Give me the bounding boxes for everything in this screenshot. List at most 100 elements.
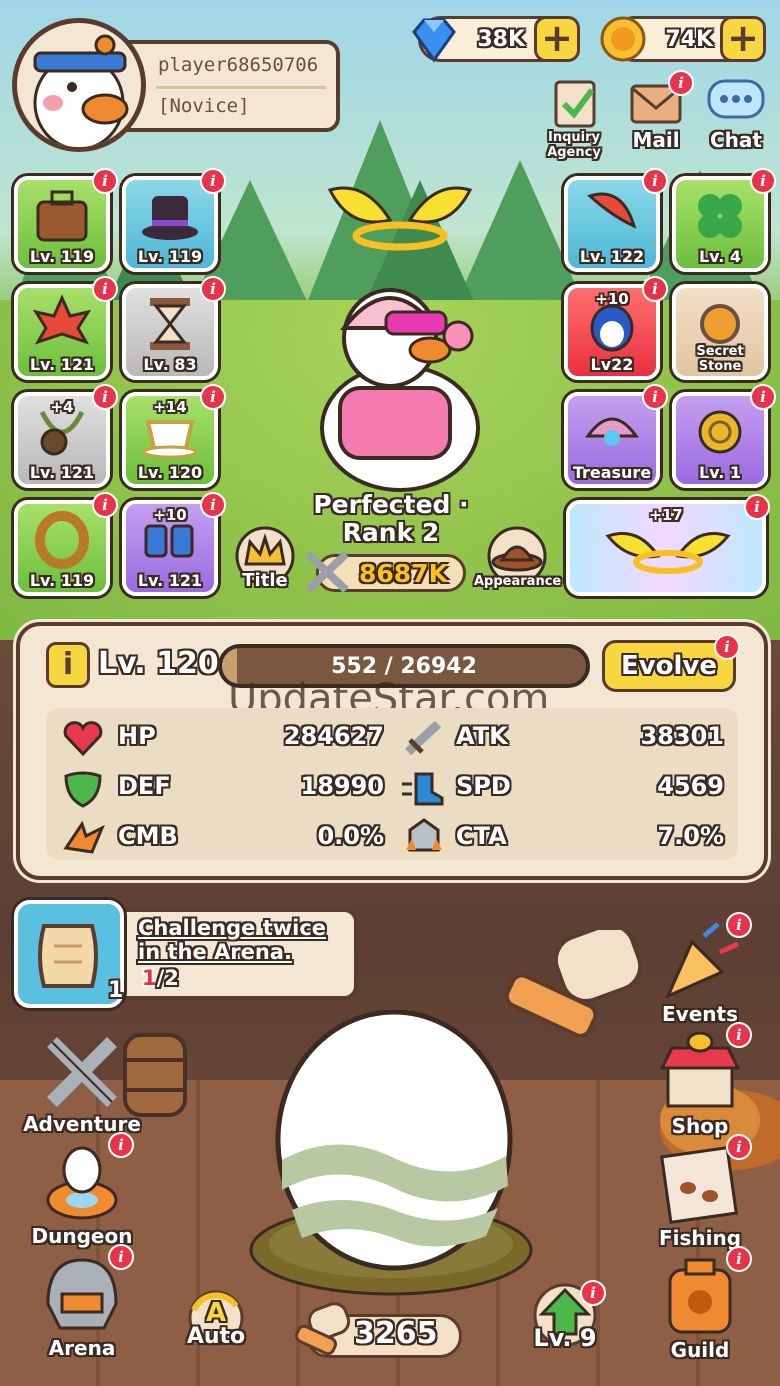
halo-slot[interactable]: +17 (566, 500, 766, 596)
stat-atk-label: ATK (456, 722, 508, 750)
hammer-count: 3265 (354, 1316, 438, 1351)
notification-badge: i (642, 276, 668, 302)
secret-stone-slot[interactable]: Secret Stone (672, 284, 768, 380)
ring-icon (35, 511, 89, 569)
equip-level: Lv. 4 (698, 247, 742, 266)
golden-dragon-icon (698, 410, 742, 454)
chat-button[interactable]: Chat (704, 76, 768, 152)
clam-pearl-icon (585, 417, 639, 446)
equip-level: Lv. 119 (29, 247, 95, 266)
appearance-button[interactable]: Appearance (474, 524, 562, 592)
clover-icon (698, 194, 742, 238)
shop-notification-badge: i (726, 1022, 752, 1048)
equip-level: Lv. 83 (143, 355, 197, 374)
equip-level: Lv. 119 (29, 571, 95, 590)
goose-character[interactable] (300, 268, 500, 498)
events-button[interactable]: Events (640, 922, 760, 1028)
notification-badge: i (642, 384, 668, 410)
crossed-swords-icon (47, 1037, 117, 1107)
character-title-line1: Perfected · (313, 490, 469, 519)
stat-hp-label: HP (118, 722, 156, 750)
dragon-level: Lv. 1 (698, 463, 742, 482)
diamond-icon (412, 18, 456, 63)
arena-notification-badge: i (108, 1244, 134, 1270)
upgrade-level: Lv. 9 (533, 1324, 597, 1352)
adventure-button[interactable]: Adventure (20, 1034, 144, 1138)
stat-def-value: 18990 (300, 772, 385, 800)
inquiry-label: Inquiry Agency (547, 130, 601, 160)
feather-icon (587, 192, 637, 229)
avatar[interactable] (12, 18, 146, 152)
notification-badge: i (92, 492, 118, 518)
inquiry-agency-button[interactable]: Inquiry Agency (520, 76, 628, 160)
scroll-map-icon (38, 924, 98, 988)
guild-notification-badge: i (726, 1246, 752, 1272)
counter-icon (406, 818, 442, 852)
mail-label: Mail (632, 128, 680, 152)
top-hat-icon (142, 196, 198, 240)
notification-badge: i (200, 168, 226, 194)
character-halo-icon (327, 186, 473, 251)
combo-icon (63, 820, 105, 854)
pet-level: Lv22 (590, 355, 634, 374)
boots-icon (144, 524, 194, 558)
egg-nest[interactable] (236, 1010, 546, 1310)
notification-badge: i (744, 494, 770, 520)
notification-badge: i (200, 492, 226, 518)
equip-level: Lv. 121 (29, 463, 95, 482)
crossed-swords-icon (305, 551, 349, 593)
stat-cmb-value: 0.0% (317, 822, 384, 850)
sword-icon (404, 720, 442, 756)
guild-label: Guild (670, 1338, 730, 1362)
treasure-label: Treasure (572, 463, 652, 482)
auto-button[interactable]: A Auto (178, 1288, 254, 1364)
mail-notification-badge: i (668, 70, 694, 96)
title-label: Title (242, 570, 288, 591)
stat-def-label: DEF (118, 772, 171, 800)
notification-badge: i (642, 168, 668, 194)
divider (156, 86, 326, 89)
level-info-button[interactable]: i (46, 642, 90, 688)
dungeon-notification-badge: i (108, 1132, 134, 1158)
pendant-icon (39, 410, 85, 456)
chat-bubble-icon (707, 79, 765, 119)
power-value: 8687K (359, 559, 448, 588)
hammer-small-icon (294, 1302, 351, 1356)
quest-text-line2: in the Arena. (138, 940, 292, 964)
notification-badge: i (92, 276, 118, 302)
quest-progress-done: 1 (142, 966, 157, 990)
coin-amount: 74K (665, 26, 713, 52)
notification-badge: i (92, 384, 118, 410)
quest-progress-total: /2 (156, 966, 179, 990)
shield-icon (64, 771, 102, 808)
player-rank: [Novice] (158, 95, 250, 117)
duck-coin-icon (600, 16, 646, 62)
title-button[interactable]: Title (230, 524, 300, 592)
clipboard-check-icon (554, 80, 596, 128)
gem-amount: 38K (477, 26, 525, 52)
stat-spd-label: SPD (456, 772, 511, 800)
equip-level: Lv. 120 (137, 463, 203, 482)
penguin-pet-icon (590, 304, 634, 352)
teacup-icon (142, 420, 198, 459)
add-coins-button[interactable]: + (720, 16, 766, 62)
fishing-notification-badge: i (726, 1134, 752, 1160)
stat-cta-label: CTA (456, 822, 507, 850)
stat-atk-value: 38301 (640, 722, 725, 750)
chat-label: Chat (710, 128, 762, 152)
stat-cta-value: 7.0% (657, 822, 724, 850)
level-label: Lv. 120 (98, 646, 219, 681)
notification-badge: i (200, 276, 226, 302)
player-name: player68650706 (158, 54, 319, 76)
quest-badge-count: 1 (108, 978, 124, 1003)
goose-avatar-icon (33, 34, 129, 147)
appearance-label: Appearance (474, 574, 562, 589)
character-title-line2: Rank 2 (342, 518, 440, 547)
add-gems-button[interactable]: + (534, 16, 580, 62)
boot-speed-icon (402, 772, 444, 806)
quest-progress: 1/2 (142, 966, 179, 990)
hourglass-icon (150, 298, 190, 350)
notification-badge: i (750, 384, 776, 410)
upgrade-notification-badge: i (580, 1280, 606, 1306)
equip-level: Lv. 122 (579, 247, 645, 266)
